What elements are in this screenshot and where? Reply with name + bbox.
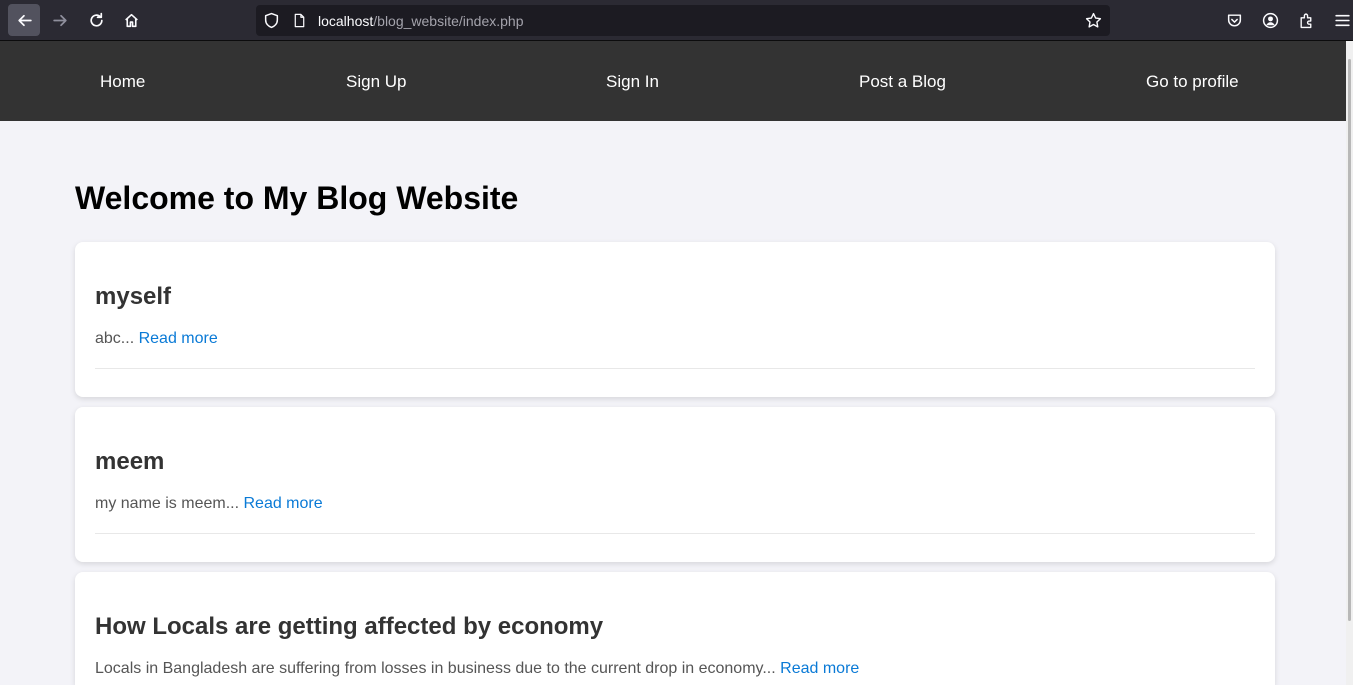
reload-icon — [89, 12, 103, 27]
browser-toolbar: localhost/blog_website/index.php — [0, 0, 1353, 41]
site-nav: Home Sign Up Sign In Post a Blog Go to p… — [0, 41, 1346, 121]
read-more-link[interactable]: Read more — [243, 495, 322, 512]
url-host: localhost — [318, 13, 374, 29]
url-text[interactable]: localhost/blog_website/index.php — [318, 13, 524, 29]
post-excerpt: abc... Read more — [95, 330, 218, 348]
extensions-icon[interactable] — [1296, 10, 1316, 30]
read-more-link[interactable]: Read more — [780, 660, 859, 677]
post-title: myself — [95, 283, 172, 310]
post-title: How Locals are getting affected by econo… — [95, 613, 604, 640]
scrollbar-thumb[interactable] — [1348, 59, 1351, 621]
page-icon[interactable] — [291, 12, 308, 29]
menu-icon[interactable] — [1332, 10, 1352, 30]
home-button[interactable] — [115, 4, 147, 36]
post-divider — [95, 533, 1255, 534]
post-excerpt-text: Locals in Bangladesh are suffering from … — [95, 660, 776, 677]
post-excerpt-text: my name is meem... — [95, 495, 240, 512]
account-icon[interactable] — [1260, 10, 1280, 30]
post-excerpt: my name is meem... Read more — [95, 495, 323, 513]
forward-arrow-icon — [52, 14, 67, 26]
post-divider — [95, 368, 1255, 369]
nav-post-blog-link[interactable]: Post a Blog — [859, 72, 946, 92]
url-path: /blog_website/index.php — [373, 13, 524, 29]
blog-post-card: myself abc... Read more — [75, 242, 1275, 397]
nav-home-link[interactable]: Home — [100, 72, 145, 92]
pocket-icon[interactable] — [1224, 10, 1244, 30]
read-more-link[interactable]: Read more — [139, 330, 218, 347]
nav-sign-in-link[interactable]: Sign In — [606, 72, 659, 92]
blog-post-card: meem my name is meem... Read more — [75, 407, 1275, 562]
back-arrow-icon — [17, 14, 32, 26]
nav-profile-link[interactable]: Go to profile — [1146, 72, 1239, 92]
back-button[interactable] — [8, 4, 40, 36]
page-title: Welcome to My Blog Website — [75, 180, 519, 216]
nav-sign-up-link[interactable]: Sign Up — [346, 72, 406, 92]
url-bar[interactable]: localhost/blog_website/index.php — [256, 5, 1110, 36]
forward-button[interactable] — [44, 4, 76, 36]
reload-button[interactable] — [80, 4, 112, 36]
post-excerpt: Locals in Bangladesh are suffering from … — [95, 660, 859, 678]
bookmark-star-icon[interactable] — [1085, 12, 1102, 29]
blog-post-card: How Locals are getting affected by econo… — [75, 572, 1275, 685]
home-icon — [124, 13, 138, 27]
post-excerpt-text: abc... — [95, 330, 135, 347]
page-scrollbar[interactable] — [1346, 41, 1353, 685]
post-title: meem — [95, 448, 165, 475]
shield-icon[interactable] — [263, 12, 280, 29]
